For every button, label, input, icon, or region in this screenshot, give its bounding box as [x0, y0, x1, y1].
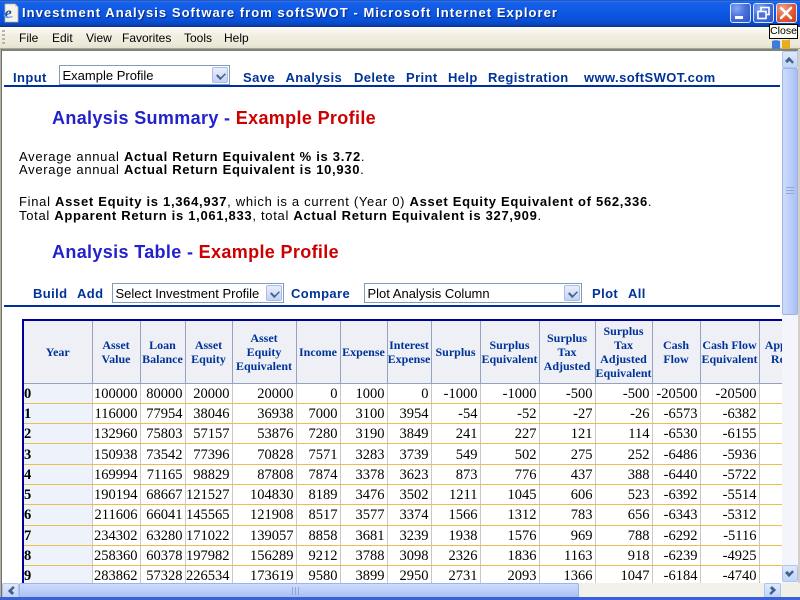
svg-text:e: e: [5, 5, 12, 22]
